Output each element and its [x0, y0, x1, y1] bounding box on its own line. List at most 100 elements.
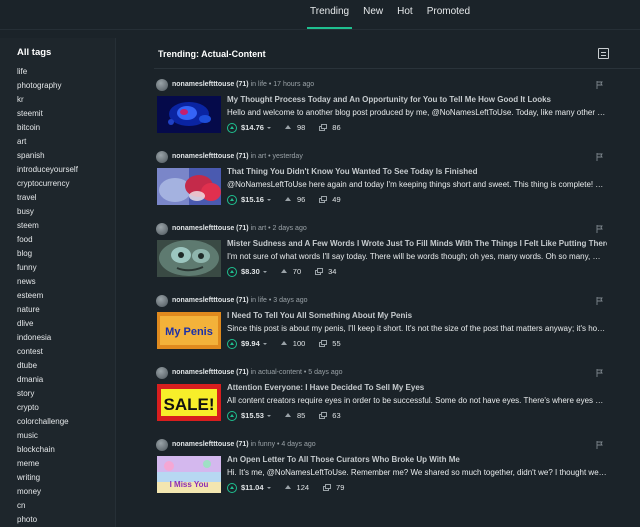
- comments-icon[interactable]: [319, 196, 328, 203]
- vote-count[interactable]: 98: [297, 123, 305, 132]
- comment-count[interactable]: 55: [332, 339, 340, 348]
- post-title[interactable]: Mister Sudness and A Few Words I Wrote J…: [227, 239, 607, 248]
- avatar[interactable]: [156, 223, 168, 235]
- comments-icon[interactable]: [319, 124, 328, 131]
- tab-new[interactable]: New: [356, 0, 390, 30]
- post-title[interactable]: That Thing You Didn't Know You Wanted To…: [227, 167, 607, 176]
- chevron-down-icon[interactable]: [262, 270, 267, 273]
- payout-value[interactable]: $15.16: [241, 195, 264, 204]
- comments-icon[interactable]: [319, 340, 328, 347]
- tag-link[interactable]: nature: [17, 305, 78, 319]
- tag-link[interactable]: crypto: [17, 403, 78, 417]
- comments-icon[interactable]: [315, 268, 324, 275]
- post-title[interactable]: Attention Everyone: I Have Decided To Se…: [227, 383, 607, 392]
- flag-icon[interactable]: [596, 441, 603, 449]
- flag-icon[interactable]: [596, 81, 603, 89]
- post-excerpt[interactable]: Hello and welcome to another blog post p…: [227, 108, 607, 117]
- upvote-icon[interactable]: [227, 194, 237, 205]
- post-thumbnail[interactable]: [157, 240, 221, 277]
- tag-link[interactable]: steemit: [17, 109, 78, 123]
- chevron-down-icon[interactable]: [266, 414, 271, 417]
- post-excerpt[interactable]: @NoNamesLeftToUse here again and today I…: [227, 180, 607, 189]
- tag-link[interactable]: writing: [17, 473, 78, 487]
- flag-icon[interactable]: [596, 153, 603, 161]
- votes-icon[interactable]: [280, 269, 287, 274]
- tag-link[interactable]: funny: [17, 263, 78, 277]
- tag-link[interactable]: travel: [17, 193, 78, 207]
- author-link[interactable]: nonamesleftttouse (71): [172, 225, 249, 232]
- payout-value[interactable]: $14.76: [241, 123, 264, 132]
- tag-link[interactable]: esteem: [17, 291, 78, 305]
- tag-link[interactable]: dtube: [17, 361, 78, 375]
- tab-hot[interactable]: Hot: [390, 0, 420, 30]
- comments-icon[interactable]: [319, 412, 328, 419]
- tag-link[interactable]: art: [17, 137, 78, 151]
- comments-icon[interactable]: [323, 484, 332, 491]
- author-link[interactable]: nonamesleftttouse (71): [172, 153, 249, 160]
- tab-promoted[interactable]: Promoted: [420, 0, 477, 30]
- tag-link[interactable]: dlive: [17, 319, 78, 333]
- tag-link[interactable]: meme: [17, 459, 78, 473]
- comment-count[interactable]: 86: [332, 123, 340, 132]
- payout-value[interactable]: $15.53: [241, 411, 264, 420]
- tag-link[interactable]: photo: [17, 515, 78, 527]
- upvote-icon[interactable]: [227, 266, 237, 277]
- flag-icon[interactable]: [596, 225, 603, 233]
- upvote-icon[interactable]: [227, 122, 237, 133]
- author-link[interactable]: nonamesleftttouse (71): [172, 441, 249, 448]
- vote-count[interactable]: 124: [297, 483, 310, 492]
- tag-link[interactable]: life: [17, 67, 78, 81]
- vote-count[interactable]: 96: [297, 195, 305, 204]
- tag-link[interactable]: kr: [17, 95, 78, 109]
- tag-link[interactable]: news: [17, 277, 78, 291]
- post-thumbnail[interactable]: [157, 168, 221, 205]
- vote-count[interactable]: 100: [293, 339, 306, 348]
- post-excerpt[interactable]: All content creators require eyes in ord…: [227, 396, 607, 405]
- tag-link[interactable]: blockchain: [17, 445, 78, 459]
- comment-count[interactable]: 49: [332, 195, 340, 204]
- flag-icon[interactable]: [596, 297, 603, 305]
- vote-count[interactable]: 85: [297, 411, 305, 420]
- tag-link[interactable]: steem: [17, 221, 78, 235]
- tag-link[interactable]: spanish: [17, 151, 78, 165]
- vote-count[interactable]: 70: [293, 267, 301, 276]
- post-title[interactable]: I Need To Tell You All Something About M…: [227, 311, 607, 320]
- flag-icon[interactable]: [596, 369, 603, 377]
- author-link[interactable]: nonamesleftttouse (71): [172, 297, 249, 304]
- tag-link[interactable]: cryptocurrency: [17, 179, 78, 193]
- tag-link[interactable]: bitcoin: [17, 123, 78, 137]
- post-title[interactable]: An Open Letter To All Those Curators Who…: [227, 455, 607, 464]
- tag-link[interactable]: money: [17, 487, 78, 501]
- author-link[interactable]: nonamesleftttouse (71): [172, 369, 249, 376]
- upvote-icon[interactable]: [227, 482, 237, 493]
- votes-icon[interactable]: [284, 197, 291, 202]
- avatar[interactable]: [156, 439, 168, 451]
- tag-link[interactable]: contest: [17, 347, 78, 361]
- author-link[interactable]: nonamesleftttouse (71): [172, 81, 249, 88]
- tag-link[interactable]: blog: [17, 249, 78, 263]
- votes-icon[interactable]: [284, 485, 291, 490]
- chevron-down-icon[interactable]: [266, 486, 271, 489]
- votes-icon[interactable]: [280, 341, 287, 346]
- payout-value[interactable]: $9.94: [241, 339, 260, 348]
- post-excerpt[interactable]: Hi. It's me, @NoNamesLeftToUse. Remember…: [227, 468, 607, 477]
- tag-link[interactable]: story: [17, 389, 78, 403]
- tag-link[interactable]: cn: [17, 501, 78, 515]
- upvote-icon[interactable]: [227, 410, 237, 421]
- post-thumbnail[interactable]: My Penis: [157, 312, 221, 349]
- payout-value[interactable]: $11.04: [241, 483, 264, 492]
- post-excerpt[interactable]: I'm not sure of what words I'll say toda…: [227, 252, 607, 261]
- avatar[interactable]: [156, 367, 168, 379]
- comment-count[interactable]: 79: [336, 483, 344, 492]
- post-title[interactable]: My Thought Process Today and An Opportun…: [227, 95, 607, 104]
- votes-icon[interactable]: [284, 125, 291, 130]
- chevron-down-icon[interactable]: [266, 198, 271, 201]
- tag-link[interactable]: indonesia: [17, 333, 78, 347]
- upvote-icon[interactable]: [227, 338, 237, 349]
- tag-link[interactable]: photography: [17, 81, 78, 95]
- post-thumbnail[interactable]: I Miss You: [157, 456, 221, 493]
- comment-count[interactable]: 63: [332, 411, 340, 420]
- payout-value[interactable]: $8.30: [241, 267, 260, 276]
- tag-link[interactable]: introduceyourself: [17, 165, 78, 179]
- tag-link[interactable]: colorchallenge: [17, 417, 78, 431]
